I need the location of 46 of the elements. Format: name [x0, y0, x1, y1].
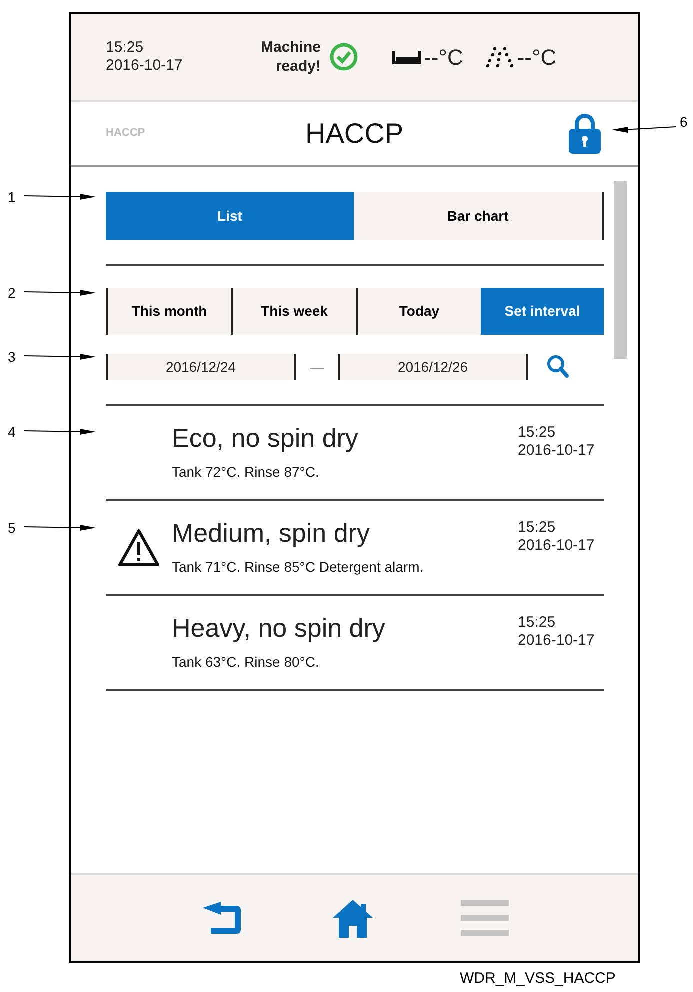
- callout-number: 6: [680, 114, 688, 130]
- warning-icon: [117, 528, 161, 568]
- search-icon[interactable]: [546, 354, 570, 380]
- temperature-details: Tank 72°C. Rinse 87°C.: [172, 463, 320, 482]
- status-time: 15:25: [106, 39, 145, 57]
- period-tab[interactable]: Today: [356, 288, 481, 335]
- view-tab[interactable]: Bar chart: [354, 192, 604, 240]
- callout-number: 3: [8, 349, 16, 365]
- tank-temperature: --°C: [424, 44, 464, 72]
- callout-number: 2: [8, 285, 16, 301]
- callout-number: 1: [8, 189, 16, 205]
- figure-caption: WDR_M_VSS_HACCP: [460, 970, 616, 988]
- entry-time: 15:25: [518, 424, 557, 442]
- page-title: HACCP: [304, 116, 404, 150]
- section-label: HACCP: [106, 126, 146, 142]
- period-tab[interactable]: This week: [231, 288, 356, 335]
- entry-time: 15:25: [518, 519, 557, 537]
- entry-time: 15:25: [518, 614, 557, 632]
- log-entry[interactable]: Medium, spin dry Tank 71°C. Rinse 85°C Detergent alarm. 15:25 2016-10-17: [106, 501, 604, 596]
- check-circle-icon: [329, 42, 359, 72]
- period-tab[interactable]: Set interval: [481, 288, 604, 335]
- status-date: 2016-10-17: [106, 57, 184, 75]
- date-separator: —: [309, 358, 325, 376]
- rinse-temperature: --°C: [517, 44, 557, 72]
- lock-icon[interactable]: [567, 114, 603, 154]
- entry-date: 2016-10-17: [518, 632, 596, 650]
- end-date-field[interactable]: 2016/12/26: [338, 354, 528, 380]
- log-entry[interactable]: Eco, no spin dry Tank 72°C. Rinse 87°C. 15:25 2016-10-17: [106, 406, 604, 501]
- entry-date: 2016-10-17: [518, 442, 596, 460]
- start-date-field[interactable]: 2016/12/24: [106, 354, 296, 380]
- home-icon[interactable]: [330, 898, 374, 938]
- program-name: Medium, spin dry: [172, 517, 371, 549]
- temperature-details: Tank 71°C. Rinse 85°C Detergent alarm.: [172, 558, 425, 577]
- entry-date: 2016-10-17: [518, 537, 596, 555]
- callout-number: 4: [8, 424, 16, 440]
- callout-number: 5: [8, 520, 16, 536]
- period-tab[interactable]: This month: [106, 288, 231, 335]
- tank-icon: [392, 49, 422, 65]
- temperature-details: Tank 63°C. Rinse 80°C.: [172, 653, 320, 672]
- rinse-spray-icon: [485, 46, 516, 68]
- machine-status: Machine ready!: [260, 38, 321, 76]
- log-entry[interactable]: Heavy, no spin dry Tank 63°C. Rinse 80°C. 15:25 2016-10-17: [106, 596, 604, 691]
- scrollbar[interactable]: [614, 181, 627, 359]
- program-name: Eco, no spin dry: [172, 422, 360, 454]
- view-tab[interactable]: List: [106, 192, 354, 240]
- program-name: Heavy, no spin dry: [172, 612, 386, 644]
